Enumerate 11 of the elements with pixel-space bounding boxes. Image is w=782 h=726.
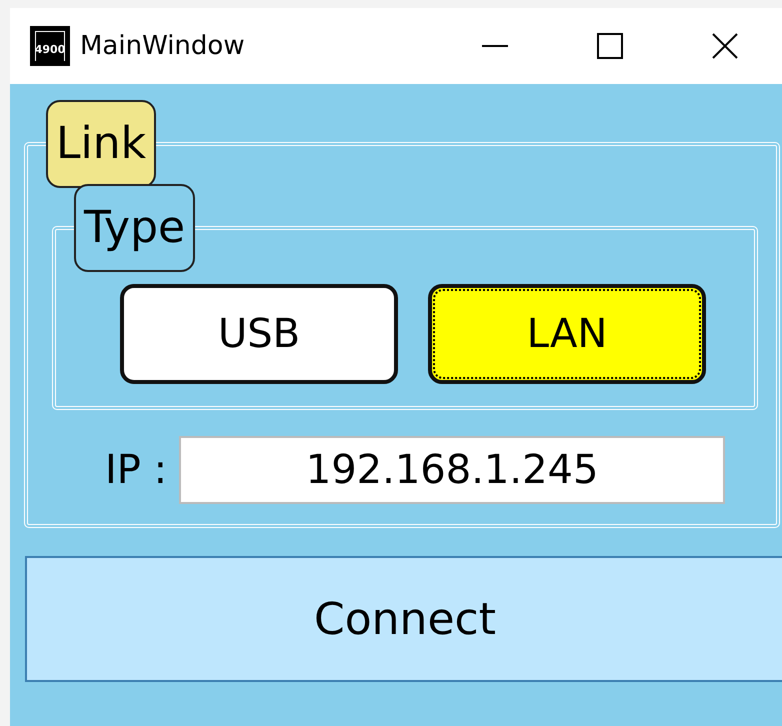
ip-field[interactable]: 192.168.1.245 [179,436,726,504]
close-icon[interactable] [712,33,738,59]
ip-label: IP : [105,447,168,493]
window-title: MainWindow [80,31,246,61]
group-legend: Link [46,100,156,188]
group-legend: Type [74,184,196,272]
connect-button[interactable]: Connect [25,556,782,682]
type-option[interactable]: USB [120,284,398,384]
maximize-icon[interactable] [596,33,622,59]
app-icon: 4900 [30,26,70,66]
type-option[interactable]: LAN [428,284,706,384]
